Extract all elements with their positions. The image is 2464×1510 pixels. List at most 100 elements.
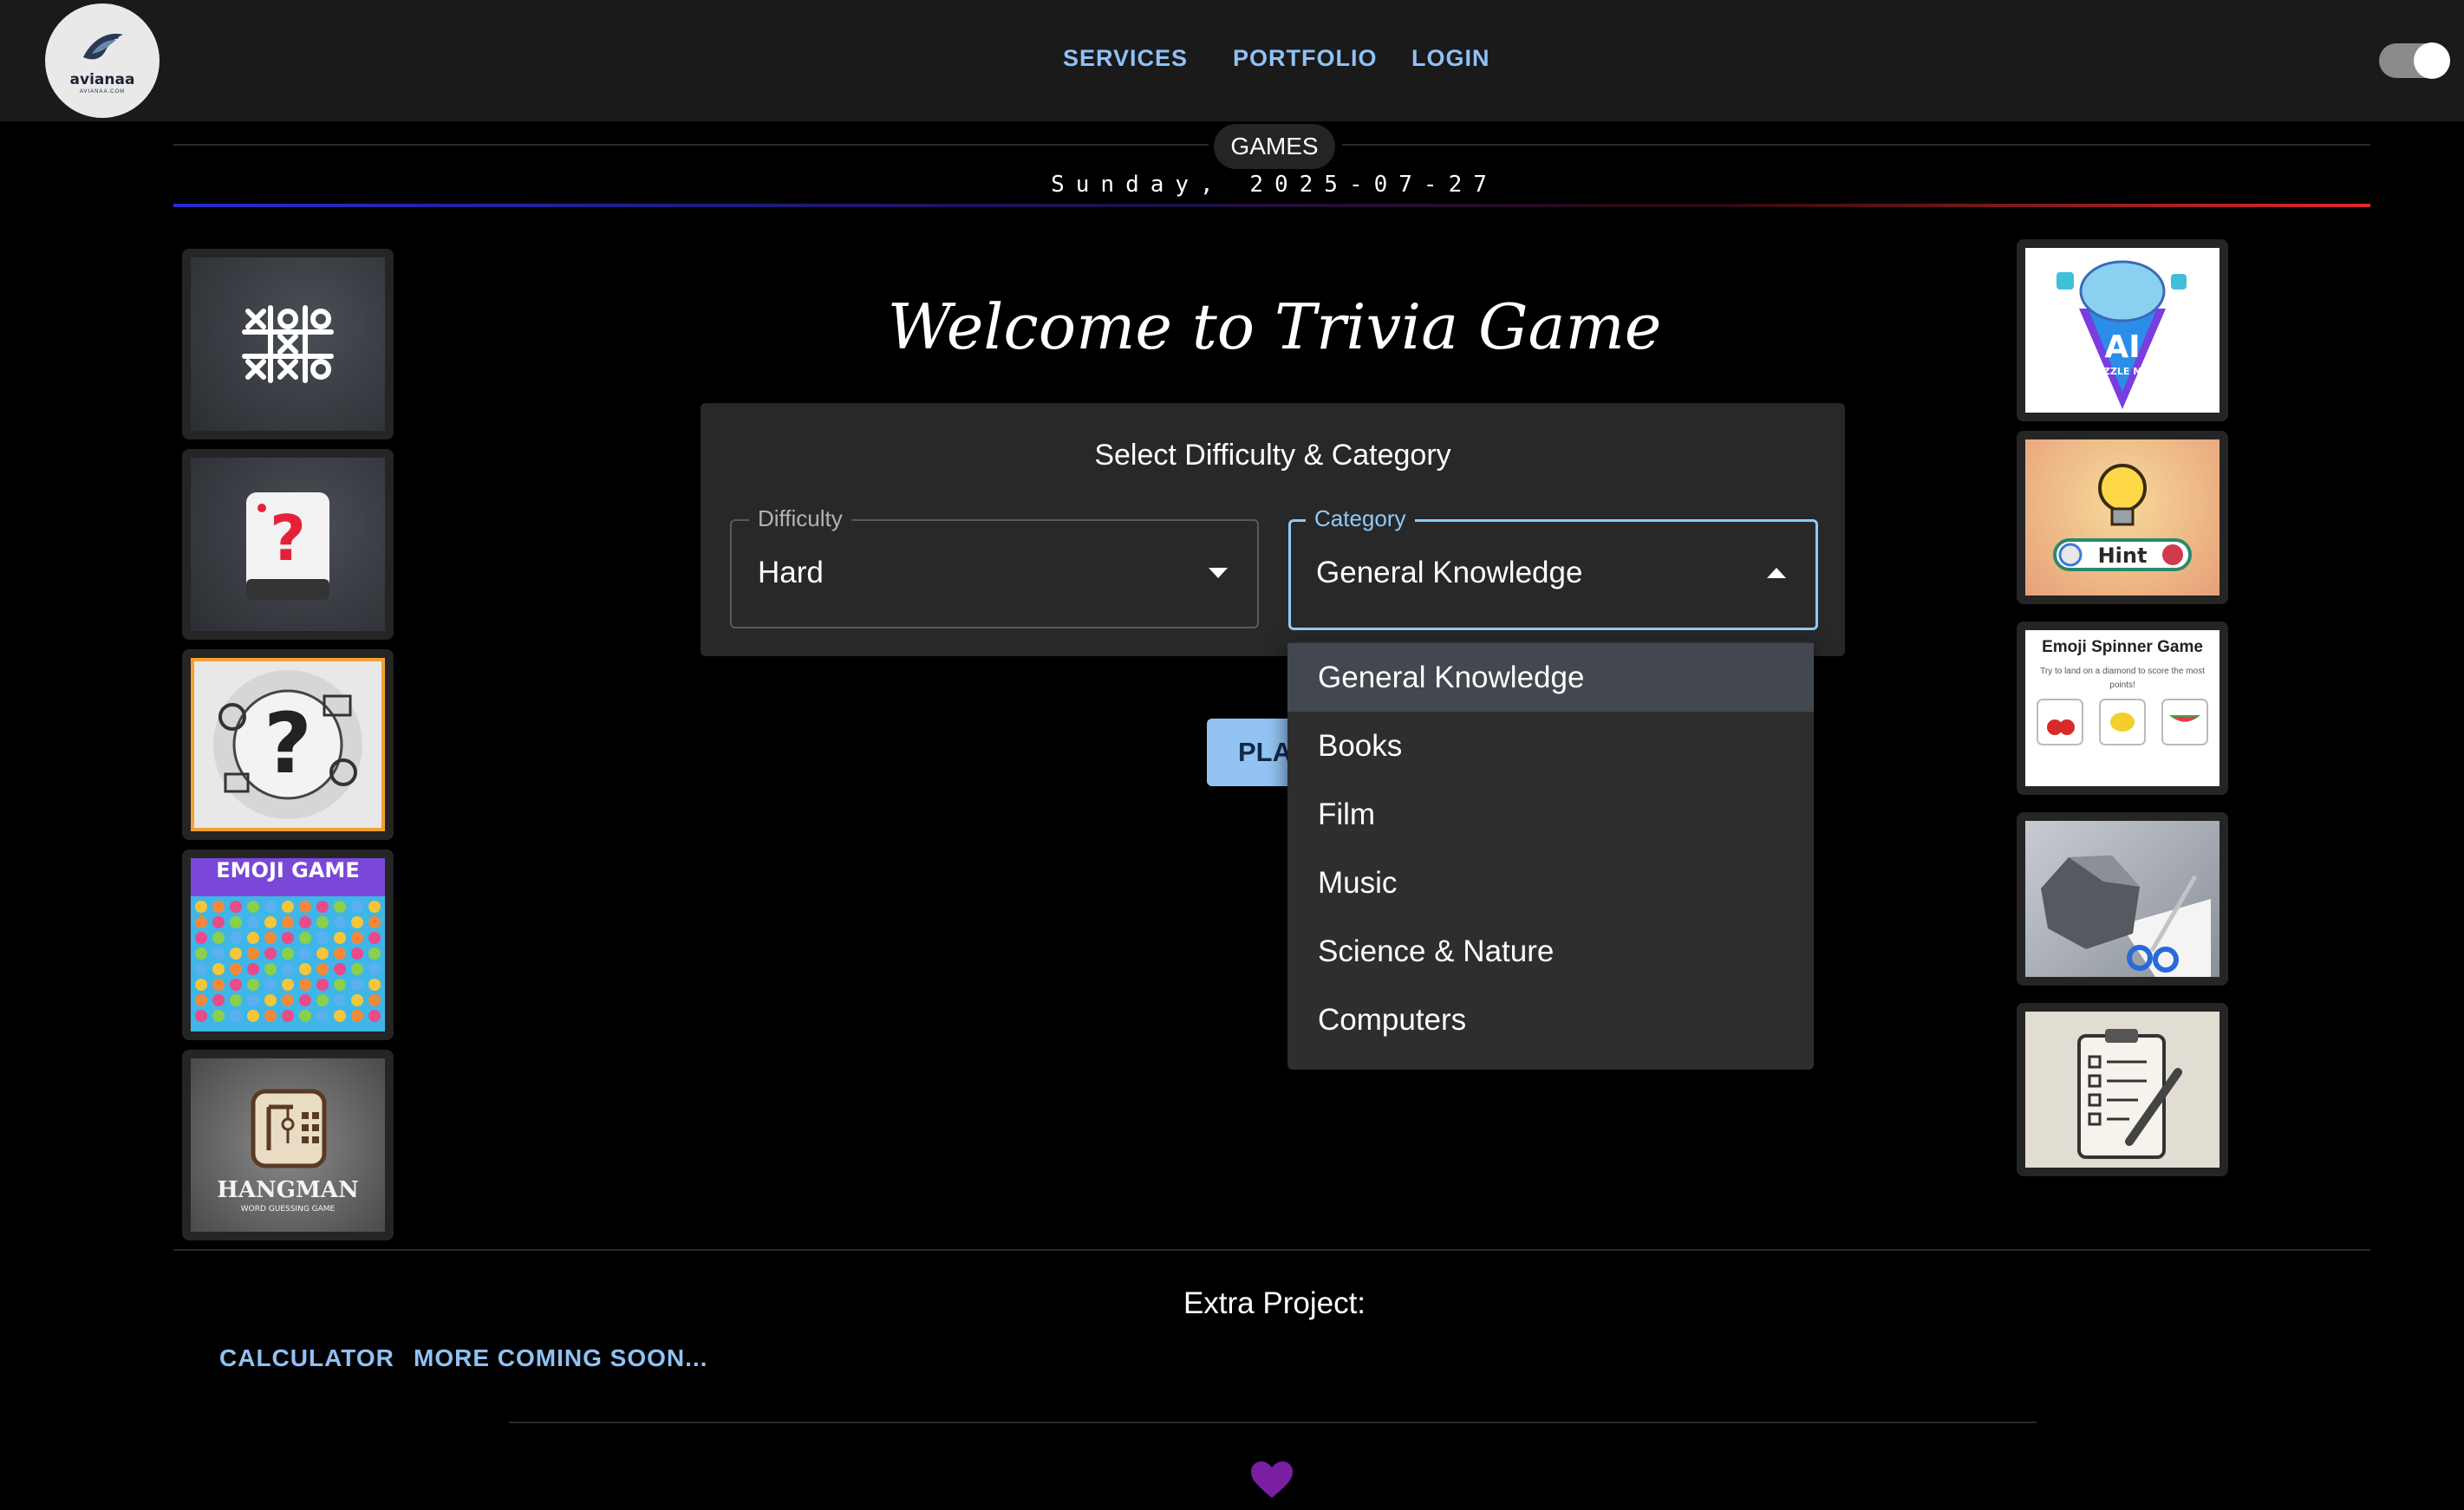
emoji-dot xyxy=(282,994,294,1006)
emoji-dot xyxy=(316,932,329,944)
emoji-dot xyxy=(247,963,259,975)
emoji-dot xyxy=(299,916,311,928)
chevron-down-icon xyxy=(1209,568,1228,578)
emoji-dot xyxy=(247,932,259,944)
emoji-dot xyxy=(368,916,381,928)
category-dropdown-menu: General Knowledge Books Film Music Scien… xyxy=(1287,641,1814,1070)
emoji-dot xyxy=(351,916,363,928)
logo-wordmark: avianaa xyxy=(69,70,135,88)
emoji-dot xyxy=(195,1010,207,1022)
emoji-dot xyxy=(195,963,207,975)
question-mark-collage-icon: ? xyxy=(191,658,385,831)
emoji-dot xyxy=(247,1010,259,1022)
emoji-dot xyxy=(368,979,381,991)
fruit-icons: Emoji Spinner Game Try to land on a diam… xyxy=(2025,630,2220,786)
emoji-dot xyxy=(282,916,294,928)
divider-right xyxy=(1342,144,2370,146)
difficulty-select[interactable]: Hard xyxy=(730,519,1259,628)
emoji-dot xyxy=(282,979,294,991)
category-value: General Knowledge xyxy=(1316,556,1583,589)
tic-tac-toe-icon xyxy=(191,257,385,431)
category-option-general-knowledge[interactable]: General Knowledge xyxy=(1287,643,1814,712)
emoji-dot xyxy=(230,947,242,960)
emoji-dot xyxy=(368,994,381,1006)
lightbulb-icon: Hint xyxy=(2025,439,2220,596)
link-calculator[interactable]: CALCULATOR xyxy=(219,1344,394,1372)
category-option-science-nature[interactable]: Science & Nature xyxy=(1287,917,1814,986)
footer-divider-2 xyxy=(509,1422,2037,1423)
game-thumb-ai-puzzle-master[interactable]: AI PUZZLE MASTER xyxy=(2017,239,2228,421)
game-thumb-quiz[interactable]: ? xyxy=(182,449,394,640)
heart-icon xyxy=(1251,1461,1293,1498)
brain-puzzle-icon: AI PUZZLE MASTER xyxy=(2025,248,2220,413)
category-label: Category xyxy=(1306,505,1415,532)
emoji-dot xyxy=(351,994,363,1006)
emoji-dot xyxy=(316,916,329,928)
emoji-dot xyxy=(334,994,346,1006)
emoji-dot xyxy=(230,963,242,975)
site-logo[interactable]: avianaa AVIANAA.COM xyxy=(45,3,160,118)
hangman-subtitle: WORD GUESSING GAME xyxy=(241,1205,336,1214)
nav-services[interactable]: SERVICES xyxy=(1063,45,1188,72)
hangman-title: HANGMAN xyxy=(217,1177,358,1203)
category-option-books[interactable]: Books xyxy=(1287,712,1814,780)
spinner-title: Emoji Spinner Game xyxy=(2042,638,2203,656)
emoji-dot xyxy=(195,994,207,1006)
emoji-grid-icon: EMOJI GAME xyxy=(191,858,385,1032)
category-select[interactable]: General Knowledge xyxy=(1288,519,1818,630)
emoji-game-title: EMOJI GAME xyxy=(216,858,359,882)
nav-portfolio[interactable]: PORTFOLIO xyxy=(1233,45,1378,72)
emoji-dot xyxy=(230,979,242,991)
ai-subtitle: PUZZLE MASTER xyxy=(2089,366,2178,377)
emoji-dot xyxy=(368,947,381,960)
play-button[interactable]: PLA xyxy=(1207,719,1294,786)
game-thumb-hint[interactable]: Hint xyxy=(2017,431,2228,604)
game-thumb-tic-tac-toe[interactable] xyxy=(182,249,394,439)
game-thumb-emoji-spinner[interactable]: Emoji Spinner Game Try to land on a diam… xyxy=(2017,622,2228,795)
emoji-dot xyxy=(282,932,294,944)
emoji-dot xyxy=(316,963,329,975)
game-thumb-rock-paper-scissors[interactable] xyxy=(2017,812,2228,986)
game-thumb-emoji-game[interactable]: EMOJI GAME xyxy=(182,849,394,1040)
nav-login[interactable]: LOGIN xyxy=(1411,45,1490,72)
emoji-dot xyxy=(212,932,225,944)
emoji-dot xyxy=(299,947,311,960)
game-thumb-trivia[interactable]: ? xyxy=(182,649,394,840)
toggle-knob xyxy=(2414,42,2450,79)
game-thumb-hangman[interactable]: HANGMAN WORD GUESSING GAME xyxy=(182,1050,394,1240)
category-option-computers[interactable]: Computers xyxy=(1287,986,1814,1054)
chevron-up-icon xyxy=(1767,568,1786,578)
category-option-film[interactable]: Film xyxy=(1287,780,1814,849)
emoji-dot xyxy=(299,979,311,991)
emoji-dot xyxy=(247,979,259,991)
emoji-dot xyxy=(299,994,311,1006)
emoji-dot xyxy=(316,994,329,1006)
link-more-coming-soon[interactable]: MORE COMING SOON... xyxy=(414,1344,707,1372)
emoji-dot xyxy=(334,916,346,928)
emoji-dot xyxy=(351,1010,363,1022)
emoji-dot xyxy=(195,947,207,960)
emoji-dot xyxy=(195,901,207,913)
emoji-dot xyxy=(282,963,294,975)
emoji-dot xyxy=(264,1010,277,1022)
emoji-dot xyxy=(334,979,346,991)
category-option-music[interactable]: Music xyxy=(1287,849,1814,917)
theme-toggle[interactable] xyxy=(2379,42,2450,79)
top-header xyxy=(0,0,2464,121)
emoji-dot xyxy=(351,979,363,991)
emoji-dot xyxy=(247,916,259,928)
game-thumb-checklist[interactable] xyxy=(2017,1003,2228,1176)
emoji-dot xyxy=(282,1010,294,1022)
svg-text:?: ? xyxy=(264,695,312,792)
emoji-dot xyxy=(230,1010,242,1022)
emoji-dot xyxy=(247,994,259,1006)
emoji-dot xyxy=(212,901,225,913)
emoji-dot xyxy=(316,901,329,913)
difficulty-label: Difficulty xyxy=(749,505,851,532)
emoji-dot xyxy=(334,947,346,960)
emoji-dot xyxy=(316,1010,329,1022)
emoji-dot xyxy=(368,901,381,913)
emoji-dot xyxy=(351,947,363,960)
emoji-dot xyxy=(334,1010,346,1022)
emoji-dot xyxy=(212,979,225,991)
